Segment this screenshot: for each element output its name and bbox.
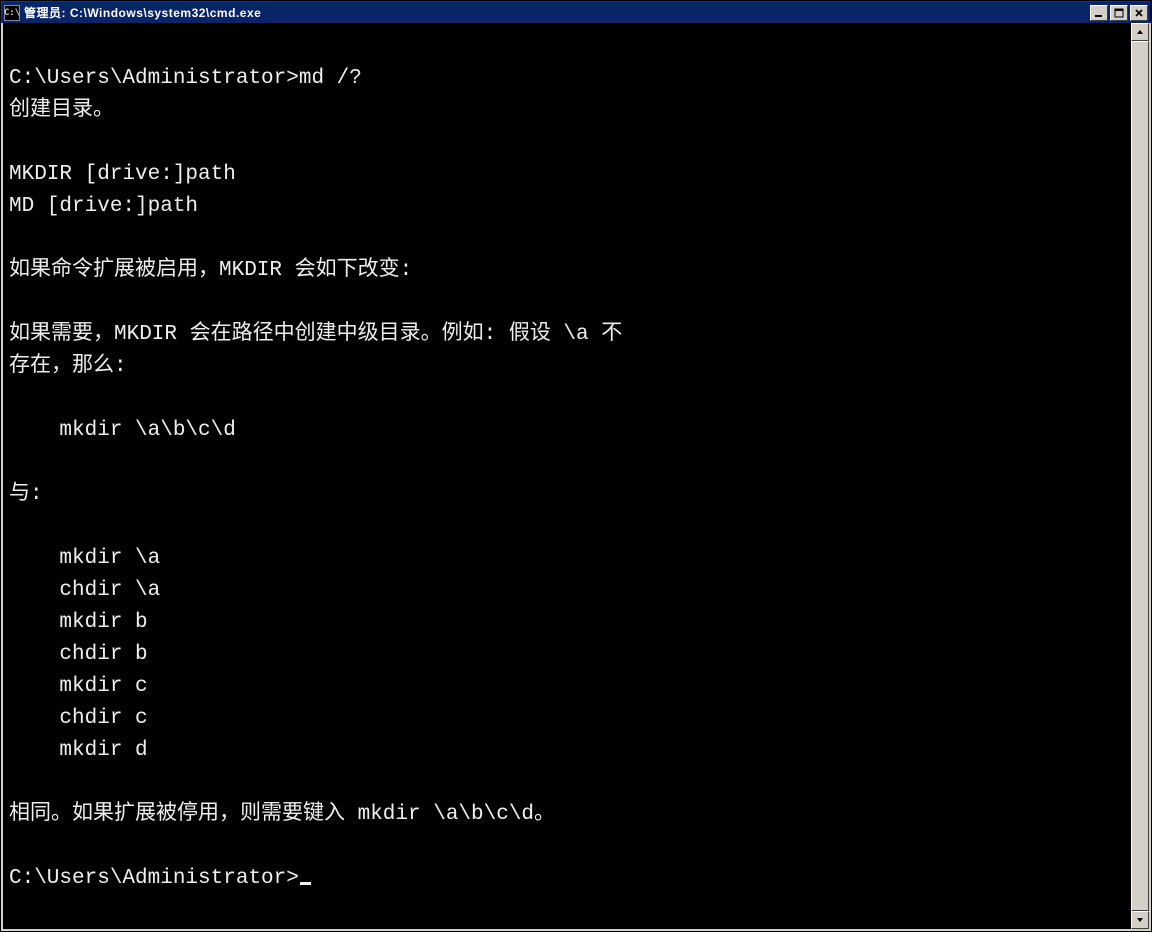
output-line: 如果需要，MKDIR 会在路径中创建中级目录。例如: 假设 \a 不 xyxy=(9,323,622,346)
output-line: mkdir c xyxy=(9,675,148,698)
maximize-button[interactable] xyxy=(1110,5,1128,21)
minimize-button[interactable] xyxy=(1090,5,1108,21)
window-controls xyxy=(1090,5,1148,21)
close-button[interactable] xyxy=(1130,5,1148,21)
output-line: mkdir \a\b\c\d xyxy=(9,419,236,442)
scroll-thumb[interactable] xyxy=(1131,41,1149,911)
scroll-down-button[interactable] xyxy=(1131,911,1149,929)
prompt-text: C:\Users\Administrator> xyxy=(9,867,299,890)
output-line: chdir c xyxy=(9,707,148,730)
cmd-window: C:\ 管理员: C:\Windows\system32\cmd.exe C:\… xyxy=(0,0,1152,932)
output-line: mkdir \a xyxy=(9,547,160,570)
cursor xyxy=(300,882,311,885)
titlebar[interactable]: C:\ 管理员: C:\Windows\system32\cmd.exe xyxy=(1,1,1151,23)
output-line: 创建目录。 xyxy=(9,99,114,122)
output-line: chdir b xyxy=(9,643,148,666)
output-line: 存在，那么: xyxy=(9,355,127,378)
output-line: MD [drive:]path xyxy=(9,195,198,218)
vertical-scrollbar[interactable] xyxy=(1131,23,1149,929)
terminal-output[interactable]: C:\Users\Administrator>md /? 创建目录。 MKDIR… xyxy=(3,23,1131,929)
output-line: chdir \a xyxy=(9,579,160,602)
output-line: MKDIR [drive:]path xyxy=(9,163,236,186)
output-line: 如果命令扩展被启用，MKDIR 会如下改变: xyxy=(9,259,412,282)
output-line: 与: xyxy=(9,483,43,506)
cmd-icon: C:\ xyxy=(4,5,20,21)
window-title: 管理员: C:\Windows\system32\cmd.exe xyxy=(24,4,1090,21)
command-text: md /? xyxy=(299,67,362,90)
output-line: mkdir b xyxy=(9,611,148,634)
prompt-text: C:\Users\Administrator> xyxy=(9,67,299,90)
output-line: 相同。如果扩展被停用，则需要键入 mkdir \a\b\c\d。 xyxy=(9,803,555,826)
scroll-up-button[interactable] xyxy=(1131,23,1149,41)
scroll-track[interactable] xyxy=(1131,41,1149,911)
output-line: mkdir d xyxy=(9,739,148,762)
client-area: C:\Users\Administrator>md /? 创建目录。 MKDIR… xyxy=(1,23,1151,931)
